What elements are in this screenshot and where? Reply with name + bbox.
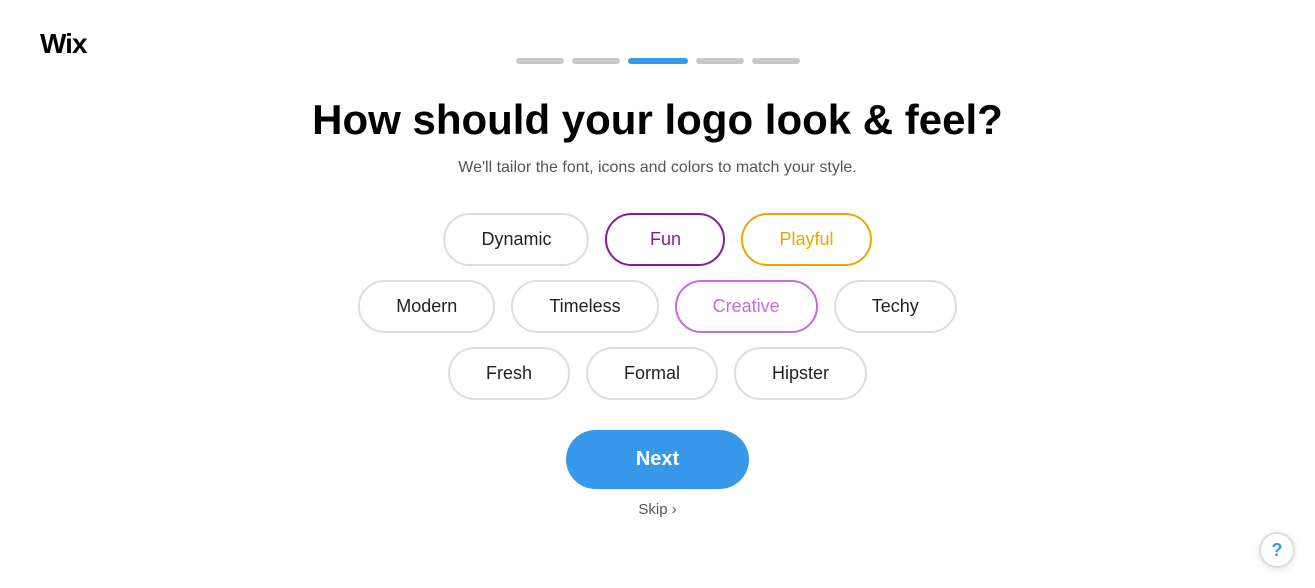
options-container: Dynamic Fun Playful Modern Timeless Crea… — [358, 213, 956, 400]
option-creative[interactable]: Creative — [675, 280, 818, 333]
help-button[interactable]: ? — [1259, 532, 1295, 568]
chevron-right-icon: › — [672, 501, 677, 518]
option-timeless[interactable]: Timeless — [511, 280, 658, 333]
option-techy[interactable]: Techy — [834, 280, 957, 333]
option-hipster[interactable]: Hipster — [734, 347, 867, 400]
option-formal[interactable]: Formal — [586, 347, 718, 400]
wix-logo: Wix — [40, 28, 87, 60]
option-playful[interactable]: Playful — [741, 213, 871, 266]
progress-segment-2 — [572, 58, 620, 64]
skip-link[interactable]: Skip › — [638, 501, 676, 518]
options-row-3: Fresh Formal Hipster — [448, 347, 867, 400]
progress-segment-4 — [696, 58, 744, 64]
option-fun[interactable]: Fun — [605, 213, 725, 266]
next-button[interactable]: Next — [566, 430, 749, 489]
option-fresh[interactable]: Fresh — [448, 347, 570, 400]
options-row-1: Dynamic Fun Playful — [443, 213, 871, 266]
progress-segment-5 — [752, 58, 800, 64]
skip-label: Skip — [638, 501, 667, 518]
page-title: How should your logo look & feel? — [312, 95, 1003, 145]
page-subtitle: We'll tailor the font, icons and colors … — [458, 159, 857, 177]
progress-bar — [516, 58, 800, 64]
options-row-2: Modern Timeless Creative Techy — [358, 280, 956, 333]
main-content: How should your logo look & feel? We'll … — [0, 0, 1315, 518]
option-dynamic[interactable]: Dynamic — [443, 213, 589, 266]
progress-segment-3 — [628, 58, 688, 64]
progress-segment-1 — [516, 58, 564, 64]
option-modern[interactable]: Modern — [358, 280, 495, 333]
